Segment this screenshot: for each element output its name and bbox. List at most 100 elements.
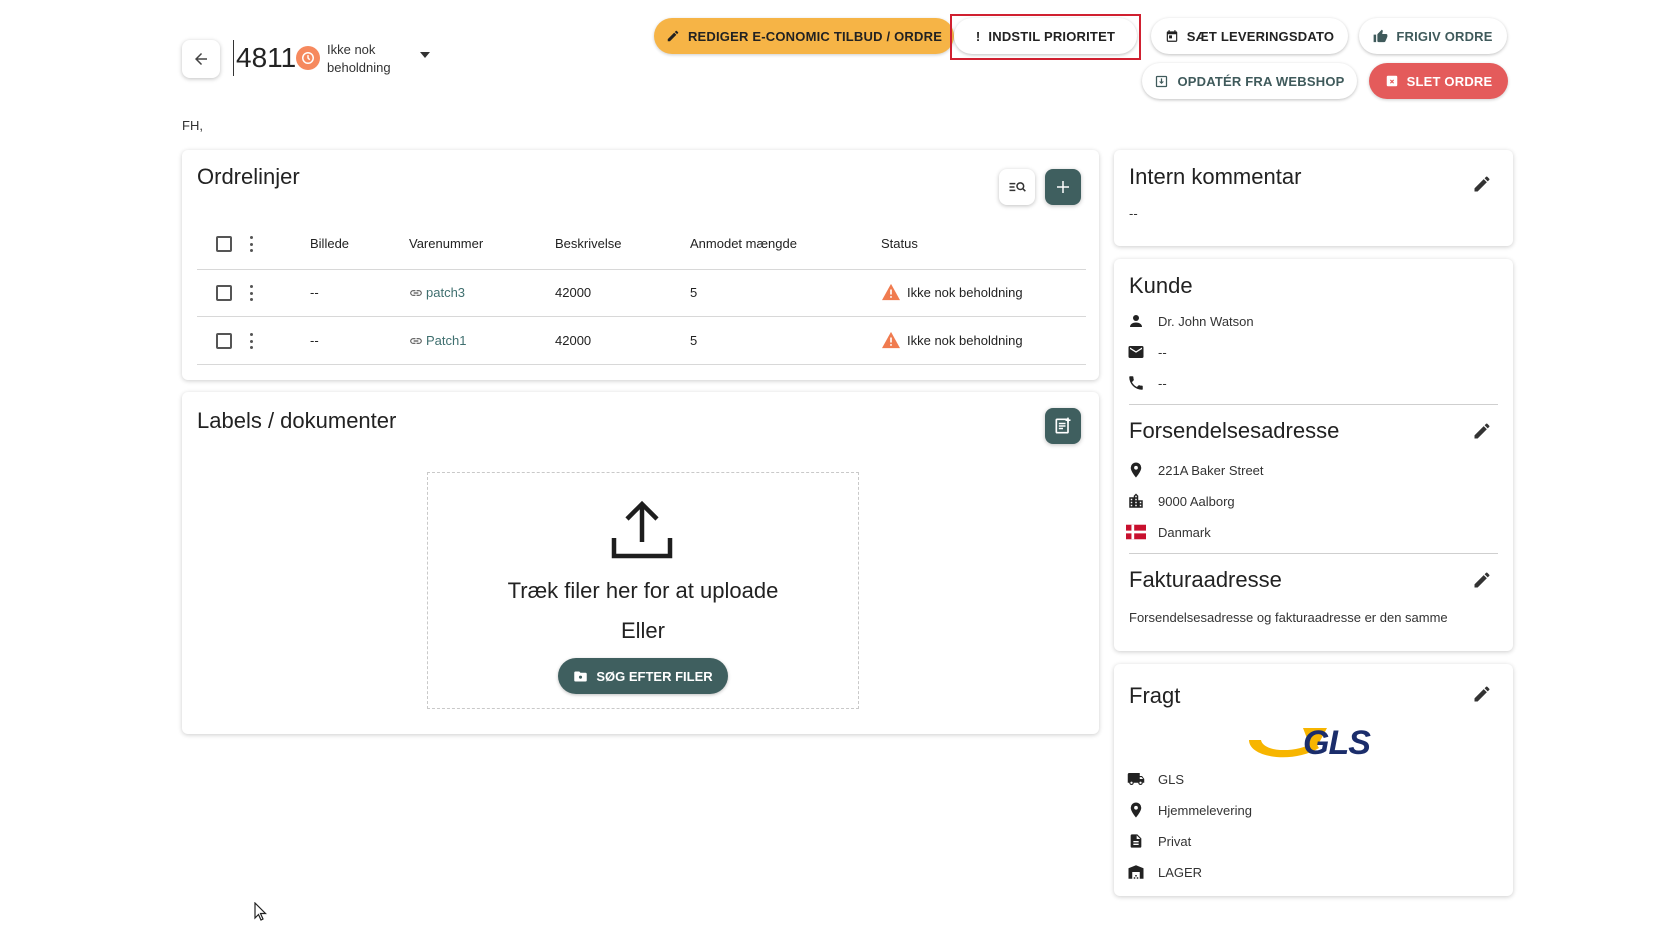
customer-title: Kunde [1129,273,1193,298]
location-pin-icon [1126,800,1146,820]
table-cell-qty: 5 [690,333,698,348]
truck-icon [1126,769,1146,789]
freight-customer-type: Privat [1158,833,1192,849]
city-icon [1126,491,1146,511]
drop-text: Træk filer her for at uploade [507,578,779,603]
divider [1129,404,1498,405]
divider [197,364,1086,365]
select-all-checkbox[interactable] [216,236,232,252]
item-number[interactable]: Patch1 [426,333,466,348]
freight-delivery-row: Hjemmelevering [1126,800,1252,820]
customer-email-row: -- [1126,342,1167,362]
add-line-button[interactable] [1045,169,1081,205]
set-delivery-date-button[interactable]: SÆT LEVERINGSDATO [1151,18,1348,54]
more-vert-icon[interactable] [249,333,253,349]
table-cell-description: 42000 [555,333,592,348]
shipping-street-row: 221A Baker Street [1126,460,1264,480]
freight-warehouse: LAGER [1158,864,1203,880]
back-button[interactable] [182,40,220,78]
denmark-flag-icon [1126,522,1146,542]
warning-icon [882,283,900,301]
edit-economic-button[interactable]: REDIGER E-CONOMIC TILBUD / ORDRE [654,18,954,54]
column-header-description[interactable]: Beskrivelse [555,236,621,251]
customer-name-row: Dr. John Watson [1126,311,1254,331]
phone-icon [1126,373,1146,393]
customer-name: Dr. John Watson [1158,313,1254,329]
document-icon [1126,831,1146,851]
add-document-button[interactable] [1045,408,1081,444]
divider [197,316,1086,317]
column-header-status[interactable]: Status [881,236,918,251]
column-header-qty[interactable]: Anmodet mængde [690,236,797,251]
column-header-item-no[interactable]: Varenummer [409,236,483,251]
freight-delivery-type: Hjemmelevering [1158,802,1252,818]
folder-icon [574,671,588,681]
edit-shipping-pencil-icon[interactable] [1472,421,1492,441]
calendar-icon [1166,30,1178,42]
column-header-image[interactable]: Billede [310,236,349,251]
customer-short: FH, [182,118,203,133]
shipping-street: 221A Baker Street [1158,462,1264,478]
table-cell-qty: 5 [690,285,698,300]
table-cell-image: -- [310,285,319,300]
edit-comment-pencil-icon[interactable] [1472,174,1492,194]
delete-order-label: SLET ORDRE [1406,73,1493,89]
item-number[interactable]: patch3 [426,285,465,300]
shipping-city: 9000 Aalborg [1158,493,1235,509]
freight-warehouse-row: LAGER [1126,862,1202,882]
update-from-webshop-label: OPDATÉR FRA WEBSHOP [1177,73,1345,89]
search-lines-button[interactable] [999,169,1035,205]
delete-order-button[interactable]: SLET ORDRE [1369,63,1508,99]
browse-files-label: SØG EFTER FILER [596,668,713,684]
link-icon [410,337,422,344]
freight-carrier: GLS [1158,771,1185,787]
person-icon [1126,311,1146,331]
download-box-icon [1156,75,1168,87]
mouse-cursor-icon [254,902,267,921]
shipping-city-row: 9000 Aalborg [1126,491,1235,511]
release-order-button[interactable]: FRIGIV ORDRE [1359,18,1507,54]
gls-logo-text: GLS [1303,724,1371,762]
table-cell-image: -- [310,333,319,348]
gls-logo: GLS [1243,720,1385,764]
note-add-icon [1055,417,1071,434]
edit-invoice-pencil-icon[interactable] [1472,570,1492,590]
more-vert-icon[interactable] [249,236,253,252]
or-text: Eller [620,618,665,643]
order-status-text[interactable]: Ikke nok beholdning [327,41,407,77]
row-checkbox[interactable] [216,285,232,301]
internal-comment-title: Intern kommentar [1129,164,1302,189]
order-lines-title: Ordrelinjer [197,164,300,189]
invoice-address-note: Forsendelsesadresse og fakturaadresse er… [1129,610,1448,625]
thumbs-up-icon [1373,29,1388,42]
item-link[interactable]: patch3 [409,285,465,300]
pencil-icon [667,30,679,42]
customer-phone-row: -- [1126,373,1167,393]
clock-icon [296,46,320,70]
shipping-country: Danmark [1158,524,1211,540]
chevron-down-icon[interactable] [420,52,430,58]
item-link[interactable]: Patch1 [409,333,466,348]
shipping-address-title: Forsendelsesadresse [1129,418,1340,443]
edit-freight-pencil-icon[interactable] [1472,684,1492,704]
invoice-address-title: Fakturaadresse [1129,567,1282,592]
location-pin-icon [1126,460,1146,480]
freight-carrier-row: GLS [1126,769,1184,789]
row-checkbox[interactable] [216,333,232,349]
warning-icon [882,331,900,349]
browse-files-button[interactable]: SØG EFTER FILER [558,658,728,694]
link-icon [410,289,422,296]
internal-comment-value: -- [1129,206,1138,221]
release-order-label: FRIGIV ORDRE [1396,28,1493,44]
warehouse-icon [1126,862,1146,882]
shipping-country-row: Danmark [1126,522,1211,542]
set-delivery-date-label: SÆT LEVERINGSDATO [1186,28,1335,44]
update-from-webshop-button[interactable]: OPDATÉR FRA WEBSHOP [1142,63,1357,99]
arrow-left-icon [195,53,207,65]
table-cell-status: Ikke nok beholdning [907,333,1023,348]
more-vert-icon[interactable] [249,285,253,301]
documents-title: Labels / dokumenter [197,408,397,433]
order-number: 4811 [233,40,296,76]
divider [1129,553,1498,554]
table-cell-status: Ikke nok beholdning [907,285,1023,300]
